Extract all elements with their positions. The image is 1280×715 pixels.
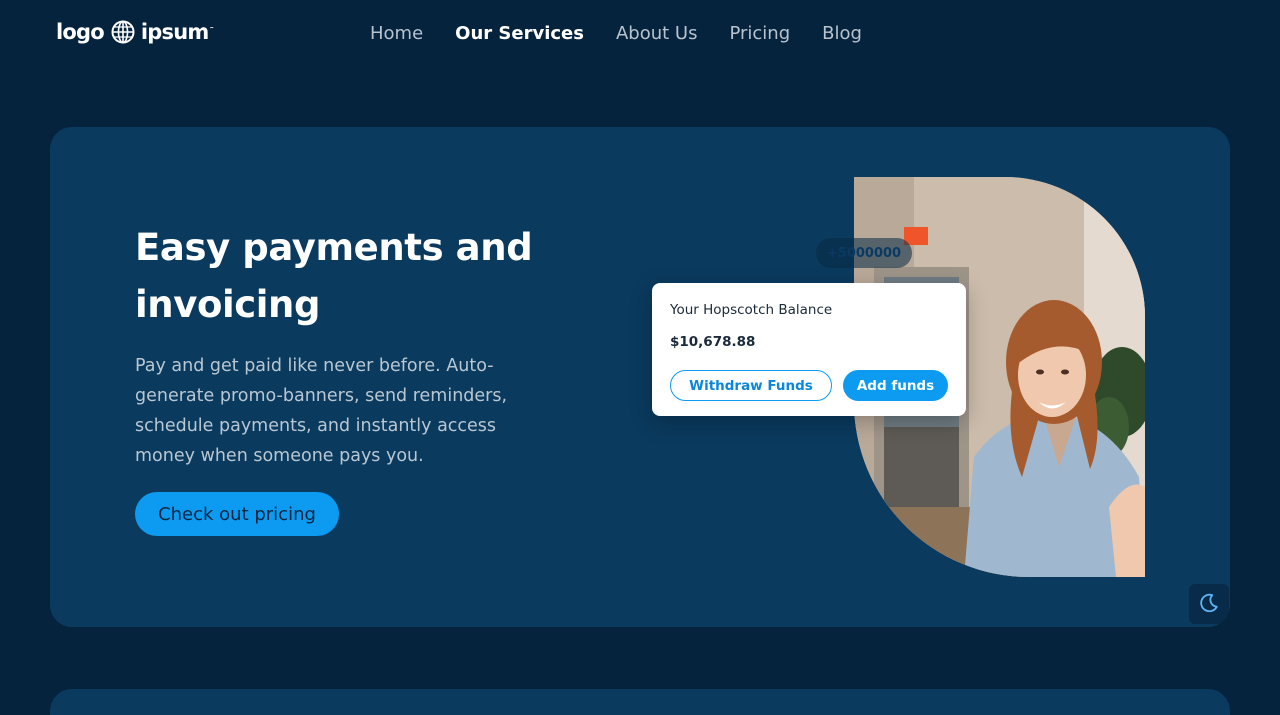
hero-description: Pay and get paid like never before. Auto…: [135, 356, 508, 466]
theme-toggle-button[interactable]: [1189, 584, 1229, 624]
logo[interactable]: logo ipsum ˜: [56, 20, 214, 44]
logo-text-right: ipsum: [140, 20, 209, 44]
nav-home[interactable]: Home: [370, 23, 423, 44]
check-out-pricing-button[interactable]: Check out pricing: [135, 492, 339, 536]
moon-icon: [1198, 592, 1220, 617]
balance-value: $10,678.88: [670, 334, 756, 350]
site-header: logo ipsum ˜ Home Our Services About Us …: [0, 0, 1280, 72]
nav-about-us[interactable]: About Us: [616, 23, 698, 44]
globe-icon: [111, 20, 135, 44]
add-funds-button[interactable]: Add funds: [843, 370, 948, 401]
logo-text-left: logo: [56, 20, 105, 44]
nav-blog[interactable]: Blog: [822, 23, 862, 44]
balance-card: Your Hopscotch Balance $10,678.88 Withdr…: [652, 283, 966, 416]
hero-title: Easy payments and invoicing: [135, 226, 533, 326]
next-section: [50, 689, 1230, 715]
hero-section: Easy payments and invoicing Pay and get …: [50, 127, 1230, 627]
withdraw-funds-button[interactable]: Withdraw Funds: [670, 370, 832, 401]
nav-our-services[interactable]: Our Services: [455, 23, 584, 44]
nav-pricing[interactable]: Pricing: [729, 23, 790, 44]
balance-label: Your Hopscotch Balance: [670, 302, 833, 318]
trademark-mark: ˜: [209, 27, 214, 37]
amount-chip: +5000000: [816, 238, 912, 268]
main-nav: Home Our Services About Us Pricing Blog: [370, 23, 894, 44]
